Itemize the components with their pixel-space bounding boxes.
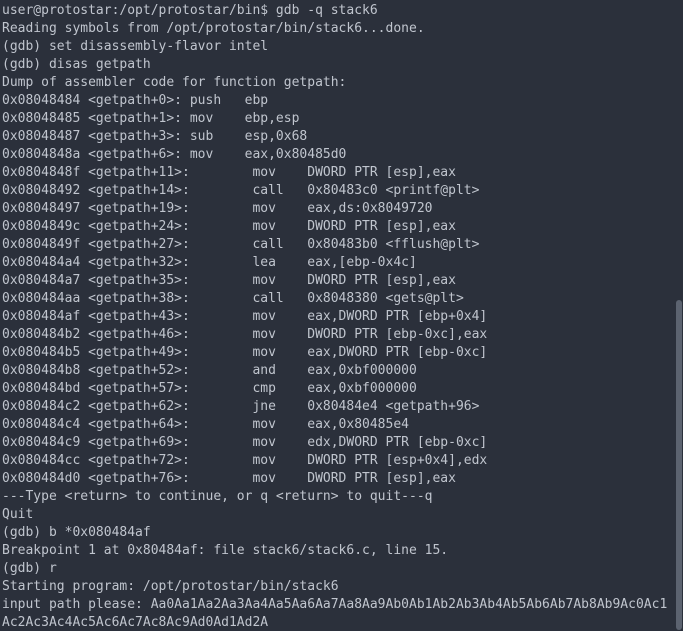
terminal-line: 0x080484a4 <getpath+32>: lea eax,[ebp-0x… [2, 254, 673, 272]
terminal-line: Dump of assembler code for function getp… [2, 74, 673, 92]
scrollbar-thumb[interactable] [676, 300, 682, 630]
terminal-line: 0x08048487 <getpath+3>: sub esp,0x68 [2, 128, 673, 146]
terminal-line: ---Type <return> to continue, or q <retu… [2, 488, 673, 506]
terminal-line: Reading symbols from /opt/protostar/bin/… [2, 20, 673, 38]
terminal-line: (gdb) set disassembly-flavor intel [2, 38, 673, 56]
terminal-line: 0x0804849c <getpath+24>: mov DWORD PTR [… [2, 218, 673, 236]
terminal-line: 0x080484d0 <getpath+76>: mov DWORD PTR [… [2, 470, 673, 488]
terminal-line: Quit [2, 506, 673, 524]
terminal-line: 0x080484b8 <getpath+52>: and eax,0xbf000… [2, 362, 673, 380]
terminal-line: 0x080484c2 <getpath+62>: jne 0x80484e4 <… [2, 398, 673, 416]
terminal-line: 0x08048492 <getpath+14>: call 0x80483c0 … [2, 182, 673, 200]
terminal-line: input path please: Aa0Aa1Aa2Aa3Aa4Aa5Aa6… [2, 596, 673, 631]
terminal-line: 0x080484a7 <getpath+35>: mov DWORD PTR [… [2, 272, 673, 290]
terminal-line: 0x0804848a <getpath+6>: mov eax,0x80485d… [2, 146, 673, 164]
terminal-line: 0x080484b2 <getpath+46>: mov DWORD PTR [… [2, 326, 673, 344]
terminal-line: (gdb) disas getpath [2, 56, 673, 74]
terminal-line: 0x080484b5 <getpath+49>: mov eax,DWORD P… [2, 344, 673, 362]
terminal-line: 0x080484af <getpath+43>: mov eax,DWORD P… [2, 308, 673, 326]
terminal-line: 0x08048497 <getpath+19>: mov eax,ds:0x80… [2, 200, 673, 218]
terminal-line: (gdb) b *0x080484af [2, 524, 673, 542]
terminal-line: 0x080484c4 <getpath+64>: mov eax,0x80485… [2, 416, 673, 434]
terminal-line: 0x080484bd <getpath+57>: cmp eax,0xbf000… [2, 380, 673, 398]
terminal-line: 0x080484aa <getpath+38>: call 0x8048380 … [2, 290, 673, 308]
scrollbar[interactable] [675, 0, 683, 631]
terminal-line: 0x0804849f <getpath+27>: call 0x80483b0 … [2, 236, 673, 254]
terminal-line: 0x080484cc <getpath+72>: mov DWORD PTR [… [2, 452, 673, 470]
terminal-output[interactable]: user@protostar:/opt/protostar/bin$ gdb -… [0, 0, 675, 631]
terminal-line: Starting program: /opt/protostar/bin/sta… [2, 578, 673, 596]
terminal-line: Breakpoint 1 at 0x80484af: file stack6/s… [2, 542, 673, 560]
terminal-line: user@protostar:/opt/protostar/bin$ gdb -… [2, 2, 673, 20]
terminal-line: 0x08048485 <getpath+1>: mov ebp,esp [2, 110, 673, 128]
terminal-line: 0x080484c9 <getpath+69>: mov edx,DWORD P… [2, 434, 673, 452]
terminal-line: (gdb) r [2, 560, 673, 578]
terminal-line: 0x0804848f <getpath+11>: mov DWORD PTR [… [2, 164, 673, 182]
terminal-line: 0x08048484 <getpath+0>: push ebp [2, 92, 673, 110]
